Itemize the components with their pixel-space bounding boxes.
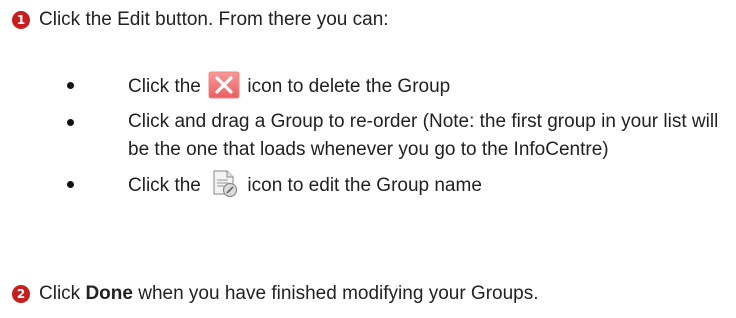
bullet-1-text-before: Click the — [128, 76, 201, 97]
step-number-badge: 1 — [12, 11, 30, 29]
edit-document-icon — [208, 170, 240, 198]
step-number-badge: 2 — [12, 285, 30, 303]
step-1-text: Click the Edit button. From there you ca… — [39, 9, 389, 30]
step-2: 2 Click Done when you have finished modi… — [12, 282, 539, 306]
bullet-3-text-after: icon to edit the Group name — [247, 175, 482, 196]
options-list: Click the icon to delete the Group Click… — [66, 71, 734, 206]
bullet-1-text-after: icon to delete the Group — [247, 76, 451, 97]
step-2-prefix: Click — [39, 283, 81, 304]
bullet-2-text: Click and drag a Group to re-order (Note… — [128, 111, 719, 160]
bullet-3-text-before: Click the — [128, 175, 201, 196]
done-label: Done — [85, 283, 133, 304]
step-1: 1 Click the Edit button. From there you … — [12, 8, 389, 32]
list-item: Click and drag a Group to re-order (Note… — [66, 108, 734, 164]
list-item: Click the icon to edit the Group name — [66, 170, 734, 200]
delete-x-icon — [208, 71, 240, 99]
step-2-text: Click Done when you have finished modify… — [39, 282, 539, 306]
step-2-suffix: when you have finished modifying your Gr… — [138, 283, 539, 304]
list-item: Click the icon to delete the Group — [66, 71, 734, 101]
